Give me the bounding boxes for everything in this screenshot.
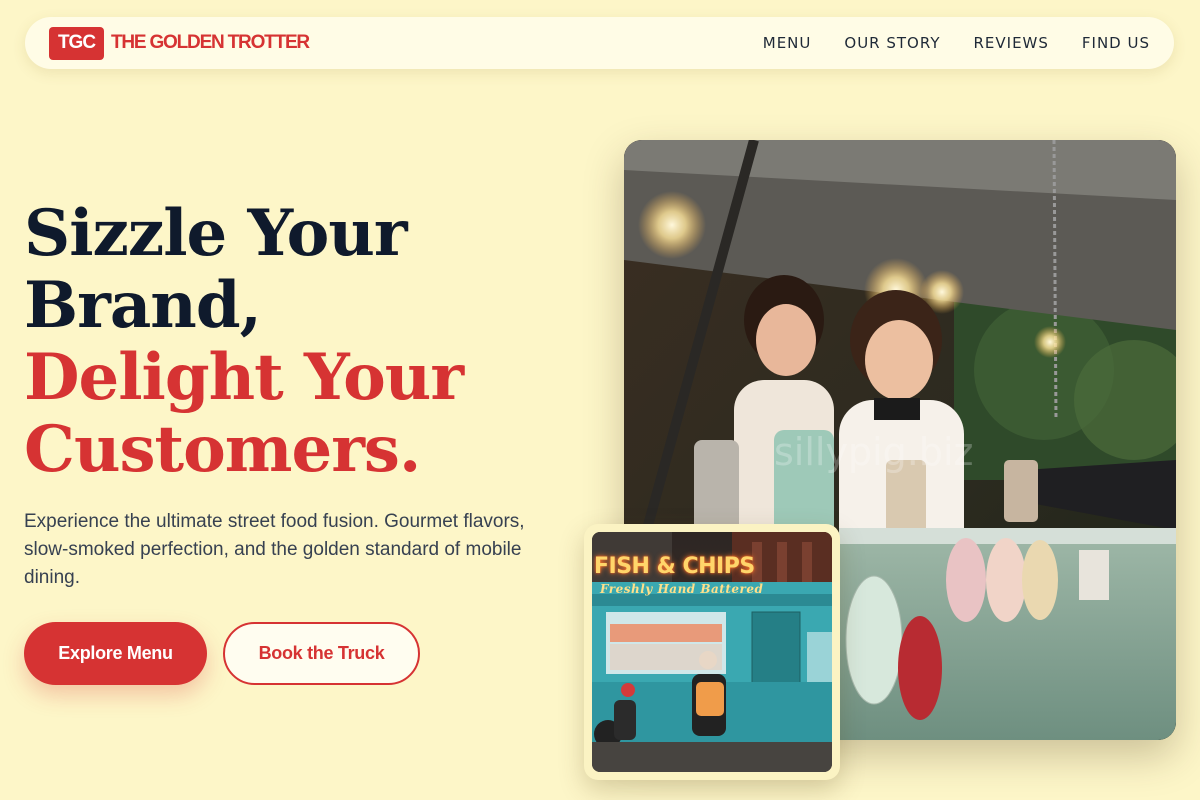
top-nav: TGC THE GOLDEN TROTTER MENU OUR STORY RE…	[25, 17, 1174, 69]
fish-chips-truck-image: FISH & CHIPS Freshly Hand Battered	[592, 532, 832, 772]
nav-link-our-story[interactable]: OUR STORY	[844, 34, 940, 52]
hero-headline: Sizzle Your Brand, Delight Your Customer…	[24, 196, 464, 487]
brand-name: THE GOLDEN TROTTER	[111, 32, 310, 53]
fish-chips-subsign: Freshly Hand Battered	[600, 582, 764, 596]
headline-line-2: Brand,	[24, 268, 262, 343]
nav-link-find-us[interactable]: FIND US	[1082, 34, 1150, 52]
hero-subtext: Experience the ultimate street food fusi…	[24, 511, 525, 588]
nav-link-reviews[interactable]: REVIEWS	[973, 34, 1048, 52]
headline-line-4: Customers.	[24, 412, 421, 487]
headline-line-3: Delight Your	[24, 340, 464, 415]
logo-badge: TGC	[49, 26, 104, 60]
fish-chips-sign: FISH & CHIPS	[594, 554, 755, 579]
brand-logo[interactable]: TGC THE GOLDEN TROTTER	[49, 26, 310, 60]
explore-menu-button[interactable]: Explore Menu	[24, 622, 207, 685]
hero-secondary-photo: FISH & CHIPS Freshly Hand Battered	[584, 524, 840, 780]
nav-link-menu[interactable]: MENU	[763, 34, 812, 52]
nav-links: MENU OUR STORY REVIEWS FIND US	[763, 34, 1150, 52]
book-truck-button[interactable]: Book the Truck	[223, 622, 420, 685]
headline-line-1: Sizzle Your	[24, 196, 408, 271]
svg-text:sillypig.biz: sillypig.biz	[774, 430, 973, 474]
